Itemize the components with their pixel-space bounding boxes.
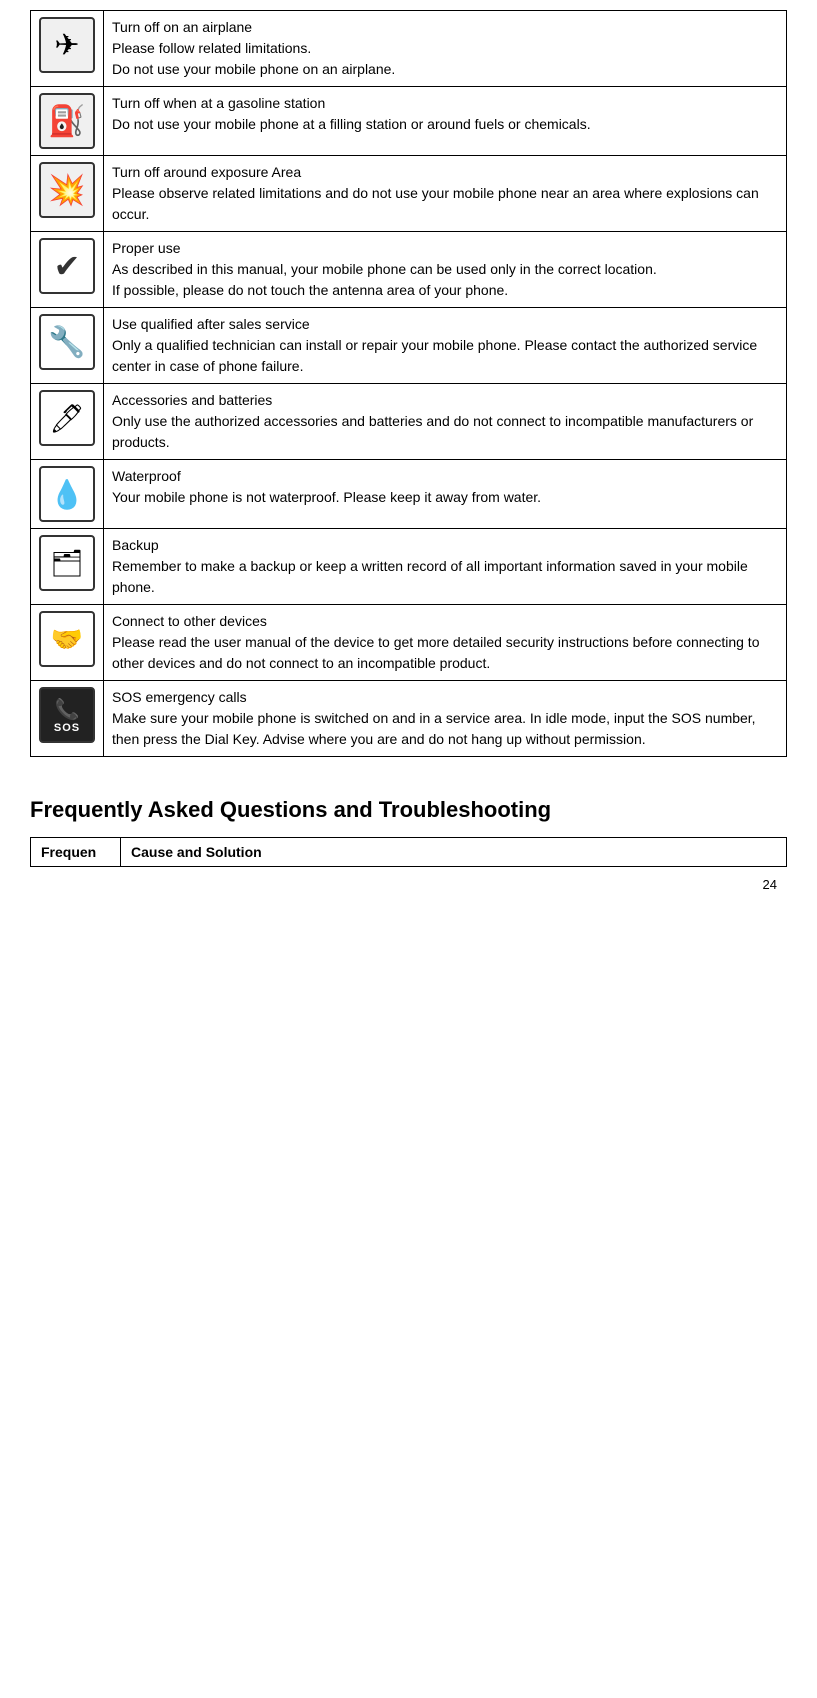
safety-row-title-3: Proper use [112,238,778,259]
backup-icon: 🗂 [39,535,95,591]
text-cell-backup: BackupRemember to make a backup or keep … [104,529,787,605]
faq-col2-header: Cause and Solution [121,838,787,867]
safety-row-1: ⛽Turn off when at a gasoline stationDo n… [31,87,787,156]
safety-row-title-2: Turn off around exposure Area [112,162,778,183]
safety-row-9: 📞SOSSOS emergency callsMake sure your mo… [31,681,787,757]
icon-cell-airplane: ✈ [31,11,104,87]
faq-col1-header: Frequen [31,838,121,867]
safety-row-desc-1: Do not use your mobile phone at a fillin… [112,114,778,135]
text-cell-explosion: Turn off around exposure AreaPlease obse… [104,156,787,232]
icon-cell-wrench: 🔧 [31,308,104,384]
water-drops-icon: 💧 [39,466,95,522]
page-container: ✈Turn off on an airplanePlease follow re… [0,0,817,922]
icon-cell-water-drops: 💧 [31,460,104,529]
icon-cell-connect: 🤝 [31,605,104,681]
safety-row-6: 💧WaterproofYour mobile phone is not wate… [31,460,787,529]
icon-cell-checkmark: ✔ [31,232,104,308]
checkmark-icon: ✔ [39,238,95,294]
icon-cell-accessories: 🖊 [31,384,104,460]
safety-row-title-0: Turn off on an airplane [112,17,778,38]
icon-cell-gas-station: ⛽ [31,87,104,156]
icon-cell-explosion: 💥 [31,156,104,232]
gas-station-icon: ⛽ [39,93,95,149]
safety-row-7: 🗂BackupRemember to make a backup or keep… [31,529,787,605]
safety-row-title-5: Accessories and batteries [112,390,778,411]
safety-row-title-7: Backup [112,535,778,556]
page-number: 24 [30,877,787,892]
safety-row-desc-9: Make sure your mobile phone is switched … [112,708,778,750]
text-cell-wrench: Use qualified after sales serviceOnly a … [104,308,787,384]
safety-row-desc-8: Please read the user manual of the devic… [112,632,778,674]
safety-row-3: ✔Proper useAs described in this manual, … [31,232,787,308]
safety-row-desc-5: Only use the authorized accessories and … [112,411,778,453]
connect-icon: 🤝 [39,611,95,667]
safety-row-4: 🔧Use qualified after sales serviceOnly a… [31,308,787,384]
safety-row-desc-7: Remember to make a backup or keep a writ… [112,556,778,598]
text-cell-gas-station: Turn off when at a gasoline stationDo no… [104,87,787,156]
safety-row-5: 🖊Accessories and batteriesOnly use the a… [31,384,787,460]
safety-row-title-1: Turn off when at a gasoline station [112,93,778,114]
safety-row-title-9: SOS emergency calls [112,687,778,708]
safety-row-desc-4: Only a qualified technician can install … [112,335,778,377]
text-cell-water-drops: WaterproofYour mobile phone is not water… [104,460,787,529]
icon-cell-backup: 🗂 [31,529,104,605]
safety-row-title-8: Connect to other devices [112,611,778,632]
safety-row-desc-6: Your mobile phone is not waterproof. Ple… [112,487,778,508]
airplane-icon: ✈ [39,17,95,73]
text-cell-airplane: Turn off on an airplanePlease follow rel… [104,11,787,87]
sos-icon: 📞SOS [39,687,95,743]
safety-row-title-6: Waterproof [112,466,778,487]
text-cell-accessories: Accessories and batteriesOnly use the au… [104,384,787,460]
safety-row-title-4: Use qualified after sales service [112,314,778,335]
safety-table: ✈Turn off on an airplanePlease follow re… [30,10,787,757]
safety-row-8: 🤝Connect to other devicesPlease read the… [31,605,787,681]
text-cell-connect: Connect to other devicesPlease read the … [104,605,787,681]
safety-row-0: ✈Turn off on an airplanePlease follow re… [31,11,787,87]
safety-row-desc-2: Please observe related limitations and d… [112,183,778,225]
icon-cell-sos: 📞SOS [31,681,104,757]
faq-table: Frequen Cause and Solution [30,837,787,867]
safety-row-desc-3: As described in this manual, your mobile… [112,259,778,301]
text-cell-sos: SOS emergency callsMake sure your mobile… [104,681,787,757]
explosion-icon: 💥 [39,162,95,218]
accessories-icon: 🖊 [39,390,95,446]
faq-title: Frequently Asked Questions and Troublesh… [30,797,787,823]
safety-row-2: 💥Turn off around exposure AreaPlease obs… [31,156,787,232]
wrench-icon: 🔧 [39,314,95,370]
faq-section: Frequently Asked Questions and Troublesh… [30,797,787,867]
safety-row-desc-0: Please follow related limitations.Do not… [112,38,778,80]
text-cell-checkmark: Proper useAs described in this manual, y… [104,232,787,308]
